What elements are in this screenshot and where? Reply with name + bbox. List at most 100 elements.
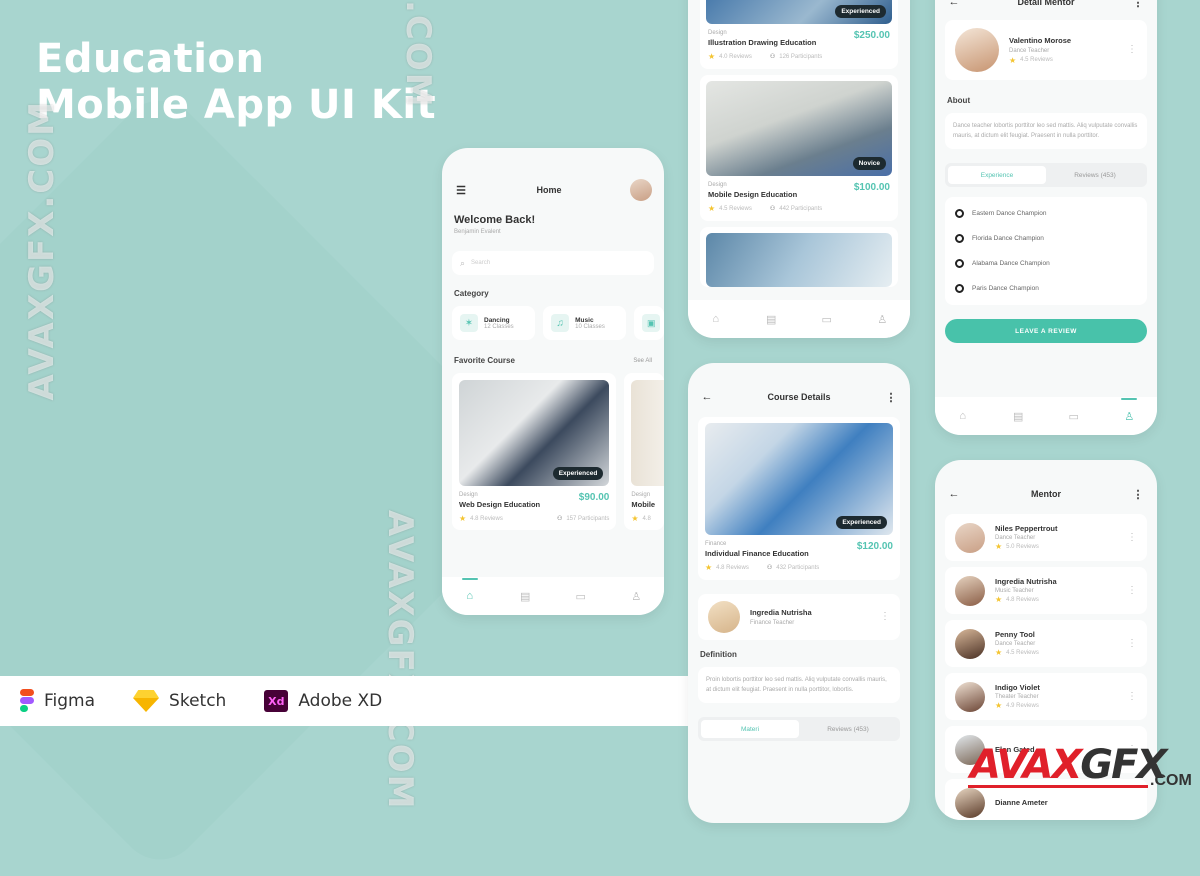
participants-icon: ⚇ <box>556 516 563 522</box>
user-name: Benjamin Evalent <box>454 229 501 235</box>
star-icon: ★ <box>705 563 713 572</box>
category-more[interactable]: ▣ <box>634 306 664 340</box>
image-icon: ▣ <box>642 314 661 332</box>
mentor-name: Ingredia Nutrisha <box>995 577 1057 586</box>
definition-title: Definition <box>700 650 737 659</box>
more-icon[interactable]: ⋮ <box>880 612 890 622</box>
detail-mentor-header: ← Detail Mentor ⋮ <box>935 0 1157 14</box>
course-category: Finance <box>705 541 727 547</box>
tab-materi[interactable]: Materi <box>701 720 799 738</box>
mentor-avatar <box>955 575 985 606</box>
course-price: $120.00 <box>856 541 893 552</box>
course-card[interactable]: Experienced Design Illustration Drawing E… <box>700 0 898 69</box>
mentor-item[interactable]: Indigo Violet Theater Teacher ★ 4.9 Reviews… <box>945 673 1147 720</box>
tool-figma: Figma <box>20 689 95 713</box>
leave-review-button[interactable]: LEAVE A REVIEW <box>945 319 1147 343</box>
more-icon[interactable]: ⋮ <box>1131 487 1145 501</box>
search-input[interactable]: ⌕ Search <box>452 251 654 275</box>
chat-icon[interactable]: ▭ <box>820 312 834 326</box>
tab-reviews[interactable]: Reviews (453) <box>1046 166 1144 184</box>
home-icon[interactable]: ⌂ <box>956 409 970 423</box>
profile-icon[interactable]: ♙ <box>1121 398 1138 423</box>
mentor-rating: 4.5 Reviews <box>1006 649 1039 656</box>
star-icon: ★ <box>631 514 639 523</box>
menu-icon[interactable]: ☰ <box>454 183 468 197</box>
tab-reviews[interactable]: Reviews (453) <box>799 720 897 738</box>
more-icon[interactable]: ⋮ <box>1127 638 1137 648</box>
mentor-tabs: Experience Reviews (453) <box>945 163 1147 187</box>
experience-list: Eastern Dance Champion Florida Dance Cha… <box>945 197 1147 305</box>
level-badge: Novice <box>852 157 886 170</box>
back-arrow-icon[interactable]: ← <box>947 487 961 501</box>
profile-icon[interactable]: ♙ <box>875 312 889 326</box>
bottom-nav: ⌂ ▤ ▭ ♙ <box>688 300 910 338</box>
course-title: Mobile <box>631 500 656 509</box>
watermark-underline <box>968 785 1148 788</box>
document-icon[interactable]: ▤ <box>1011 409 1025 423</box>
back-arrow-icon[interactable]: ← <box>947 0 961 9</box>
experience-item: Florida Dance Champion <box>955 226 1137 251</box>
course-image: Experienced <box>705 423 893 535</box>
home-header: ☰ Home <box>442 178 664 202</box>
document-icon[interactable]: ▤ <box>518 589 532 603</box>
teacher-card[interactable]: Ingredia Nutrisha Finance Teacher ⋮ <box>698 594 900 640</box>
dance-icon: ✶ <box>460 314 478 332</box>
more-icon[interactable]: ⋮ <box>1127 585 1137 595</box>
star-icon: ★ <box>459 514 467 523</box>
level-badge: Experienced <box>552 467 604 480</box>
about-text: Dance teacher lobortis porttitor leo sed… <box>945 113 1147 149</box>
tool-xd: Xd Adobe XD <box>264 690 382 712</box>
chat-icon[interactable]: ▭ <box>574 589 588 603</box>
category-music[interactable]: ♫ Music 10 Classes <box>543 306 627 340</box>
more-icon[interactable]: ⋮ <box>1131 0 1145 9</box>
course-rating: 4.0 Reviews <box>719 53 752 60</box>
chat-icon[interactable]: ▭ <box>1067 409 1081 423</box>
home-icon[interactable]: ⌂ <box>709 312 723 326</box>
adobe-xd-icon: Xd <box>264 690 289 712</box>
mentor-item[interactable]: Niles Peppertrout Dance Teacher ★ 5.0 Revie… <box>945 514 1147 561</box>
more-icon[interactable]: ⋮ <box>884 390 898 404</box>
mentor-item[interactable]: Ingredia Nutrisha Music Teacher ★ 4.8 Revie… <box>945 567 1147 614</box>
page-title: Mentor <box>1031 489 1061 499</box>
course-category: Design <box>631 492 651 498</box>
phone-home: ☰ Home Welcome Back! Benjamin Evalent ⌕ … <box>442 148 664 615</box>
course-image: Novice <box>706 81 892 176</box>
star-icon: ★ <box>995 701 1003 710</box>
watermark-left: AVAXGFX.COM <box>22 100 62 401</box>
experience-item: Alabama Dance Champion <box>955 251 1137 276</box>
course-rating: 4.8 Reviews <box>470 515 503 522</box>
more-icon[interactable]: ⋮ <box>1127 691 1137 701</box>
more-icon[interactable]: ⋮ <box>1127 532 1137 542</box>
phone-course-list: Experienced Design Illustration Drawing E… <box>688 0 910 338</box>
course-image: Experienced <box>459 380 610 486</box>
phone-detail-mentor: ← Detail Mentor ⋮ Valentino Morose Dance… <box>935 0 1157 435</box>
course-card: Experienced Finance Individual Finance Ed… <box>698 417 900 580</box>
course-price: $90.00 <box>578 492 610 503</box>
home-icon[interactable]: ⌂ <box>461 578 478 603</box>
course-card[interactable]: Design Mobile ★ 4.8 <box>624 373 664 530</box>
category-dancing[interactable]: ✶ Dancing 12 Classes <box>452 306 536 340</box>
course-card[interactable]: Experienced Design Web Design Education $… <box>452 373 617 530</box>
experience-item: Eastern Dance Champion <box>955 201 1137 226</box>
star-icon: ★ <box>995 542 1003 551</box>
profile-icon[interactable]: ♙ <box>629 589 643 603</box>
more-icon[interactable]: ⋮ <box>1127 45 1137 55</box>
figma-icon <box>20 689 34 713</box>
back-arrow-icon[interactable]: ← <box>700 390 714 404</box>
mentor-name: Dianne Ameter <box>995 798 1048 807</box>
mentor-item[interactable]: Penny Tool Dance Teacher ★ 4.5 Reviews ⋮ <box>945 620 1147 667</box>
course-category: Design <box>708 182 727 188</box>
bullet-icon <box>955 259 964 268</box>
avatar[interactable] <box>630 179 652 201</box>
mentor-rating: 4.8 Reviews <box>1006 596 1039 603</box>
course-card[interactable]: Novice Design Mobile Design Education $10… <box>700 75 898 221</box>
course-card[interactable] <box>700 227 898 287</box>
tab-experience[interactable]: Experience <box>948 166 1046 184</box>
course-title: Illustration Drawing Education <box>708 38 817 47</box>
tool-sketch: Sketch <box>133 691 226 712</box>
sketch-icon <box>133 698 160 712</box>
see-all-link[interactable]: See All <box>633 358 652 364</box>
document-icon[interactable]: ▤ <box>764 312 778 326</box>
mentor-avatar <box>955 28 999 72</box>
course-participants: 442 Participants <box>779 205 823 212</box>
